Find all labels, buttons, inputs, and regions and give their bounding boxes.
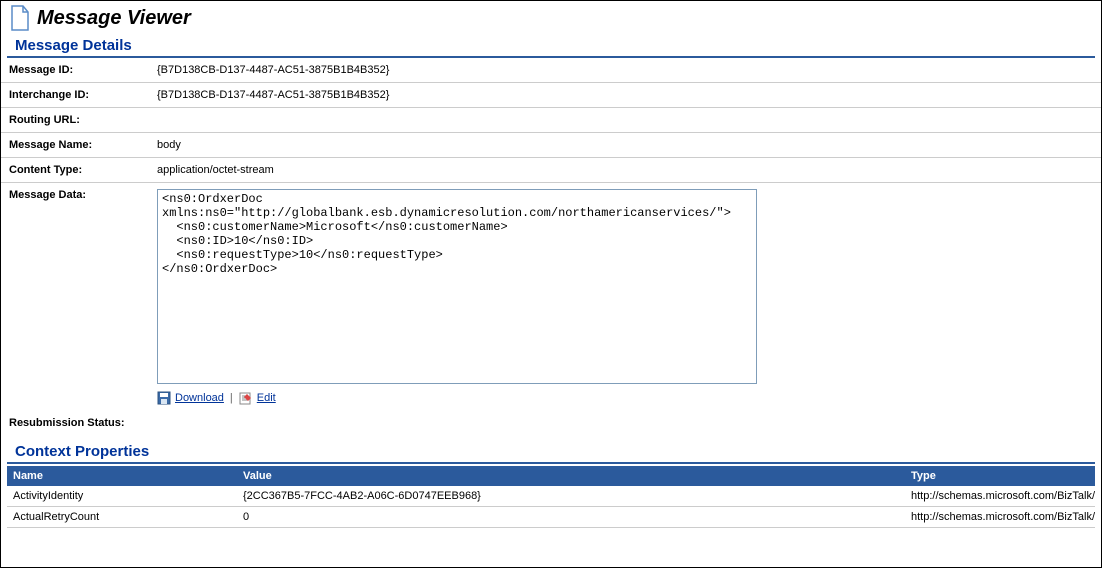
message-data-row: Message Data: Download | bbox=[1, 183, 1101, 411]
ctx-value: {2CC367B5-7FCC-4AB2-A06C-6D0747EEB968} bbox=[237, 486, 905, 506]
table-row: ActualRetryCount 0 http://schemas.micros… bbox=[7, 507, 1095, 528]
resubmission-status-row: Resubmission Status: bbox=[1, 411, 1101, 439]
message-data-actions: Download | Edit bbox=[157, 391, 757, 405]
message-name-value: body bbox=[157, 139, 1093, 151]
save-icon bbox=[157, 391, 171, 405]
document-icon bbox=[9, 5, 31, 31]
message-details-title: Message Details bbox=[7, 35, 1095, 58]
col-header-type: Type bbox=[905, 466, 1095, 486]
ctx-type: http://schemas.microsoft.com/BizTalk/2 bbox=[905, 486, 1095, 506]
interchange-id-row: Interchange ID: {B7D138CB-D137-4487-AC51… bbox=[1, 83, 1101, 108]
download-link[interactable]: Download bbox=[175, 392, 224, 404]
message-id-value: {B7D138CB-D137-4487-AC51-3875B1B4B352} bbox=[157, 64, 1093, 76]
context-table-header: Name Value Type bbox=[7, 466, 1095, 486]
table-row: ActivityIdentity {2CC367B5-7FCC-4AB2-A06… bbox=[7, 486, 1095, 507]
page-title: Message Viewer bbox=[37, 7, 191, 30]
message-data-label: Message Data: bbox=[9, 189, 157, 405]
col-header-value: Value bbox=[237, 466, 905, 486]
ctx-name: ActualRetryCount bbox=[7, 507, 237, 527]
ctx-value: 0 bbox=[237, 507, 905, 527]
interchange-id-value: {B7D138CB-D137-4487-AC51-3875B1B4B352} bbox=[157, 89, 1093, 101]
action-separator: | bbox=[230, 392, 233, 404]
message-id-row: Message ID: {B7D138CB-D137-4487-AC51-387… bbox=[1, 58, 1101, 83]
ctx-name: ActivityIdentity bbox=[7, 486, 237, 506]
routing-url-value bbox=[157, 114, 1093, 126]
edit-icon bbox=[239, 391, 253, 405]
resubmission-status-label: Resubmission Status: bbox=[9, 417, 125, 429]
edit-link[interactable]: Edit bbox=[257, 392, 276, 404]
message-id-label: Message ID: bbox=[9, 64, 157, 76]
ctx-type: http://schemas.microsoft.com/BizTalk/2 bbox=[905, 507, 1095, 527]
content-type-row: Content Type: application/octet-stream bbox=[1, 158, 1101, 183]
col-header-name: Name bbox=[7, 466, 237, 486]
content-type-value: application/octet-stream bbox=[157, 164, 1093, 176]
message-name-row: Message Name: body bbox=[1, 133, 1101, 158]
page-header: Message Viewer bbox=[1, 1, 1101, 33]
routing-url-row: Routing URL: bbox=[1, 108, 1101, 133]
message-name-label: Message Name: bbox=[9, 139, 157, 151]
routing-url-label: Routing URL: bbox=[9, 114, 157, 126]
context-properties-title: Context Properties bbox=[7, 441, 1095, 464]
content-type-label: Content Type: bbox=[9, 164, 157, 176]
message-data-textarea[interactable] bbox=[157, 189, 757, 384]
interchange-id-label: Interchange ID: bbox=[9, 89, 157, 101]
